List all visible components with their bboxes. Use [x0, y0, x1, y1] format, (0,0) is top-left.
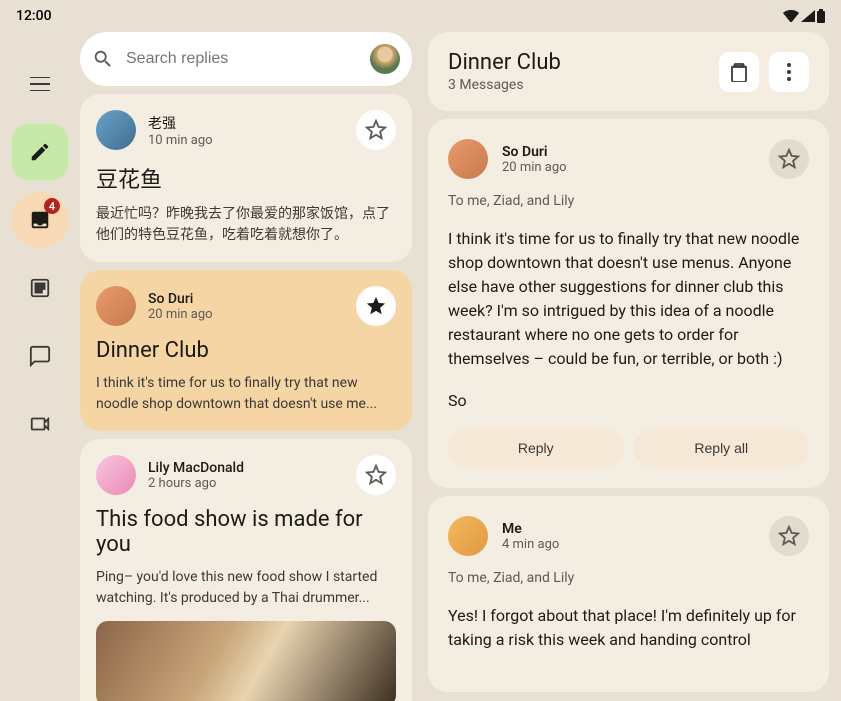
star-button[interactable]	[769, 139, 809, 179]
star-button[interactable]	[356, 110, 396, 150]
thread-recipients: To me, Ziad, and Lily	[448, 193, 809, 209]
thread-avatar	[448, 139, 488, 179]
pencil-icon	[29, 141, 51, 163]
thread-time: 4 min ago	[502, 537, 755, 552]
message-attachment-image	[96, 621, 396, 701]
message-card[interactable]: 老强 10 min ago 豆花鱼 最近忙吗？昨晚我去了你最爱的那家饭馆，点了他…	[80, 94, 412, 262]
thread-body: I think it's time for us to finally try …	[448, 227, 809, 371]
menu-button[interactable]	[12, 56, 68, 112]
wifi-icon	[783, 10, 799, 22]
article-icon	[29, 277, 51, 299]
message-subject: 豆花鱼	[96, 162, 396, 194]
star-button[interactable]	[356, 455, 396, 495]
sender-avatar	[96, 110, 136, 150]
sender-avatar	[96, 286, 136, 326]
star-button[interactable]	[356, 286, 396, 326]
thread-sender: So Duri	[502, 144, 755, 160]
nav-inbox[interactable]: 4	[12, 192, 68, 248]
message-subject: Dinner Club	[96, 338, 396, 363]
nav-video[interactable]	[12, 396, 68, 452]
message-time: 2 hours ago	[148, 476, 344, 491]
message-time: 10 min ago	[148, 133, 344, 148]
sender-name: So Duri	[148, 291, 344, 307]
thread-message: So Duri 20 min ago To me, Ziad, and Lily…	[428, 119, 829, 488]
signal-icon	[801, 10, 815, 22]
compose-button[interactable]	[12, 124, 68, 180]
status-time: 12:00	[16, 8, 52, 24]
message-excerpt: Ping– you'd love this new food show I st…	[96, 567, 396, 609]
thread-recipients: To me, Ziad, and Lily	[448, 570, 809, 586]
search-input[interactable]	[126, 50, 358, 68]
nav-chat[interactable]	[12, 328, 68, 384]
thread-time: 20 min ago	[502, 160, 755, 175]
sender-name: 老强	[148, 113, 344, 133]
nav-articles[interactable]	[12, 260, 68, 316]
battery-icon	[817, 9, 825, 23]
sender-name: Lily MacDonald	[148, 460, 344, 476]
inbox-badge: 4	[44, 198, 60, 214]
message-subject: This food show is made for you	[96, 507, 396, 557]
status-icons	[783, 9, 825, 23]
trash-icon	[730, 62, 748, 82]
more-vert-icon	[787, 63, 791, 81]
thread-message: Me 4 min ago To me, Ziad, and Lily Yes! …	[428, 496, 829, 692]
message-time: 20 min ago	[148, 307, 344, 322]
thread-signature: So	[448, 391, 809, 410]
star-button[interactable]	[769, 516, 809, 556]
thread-avatar	[448, 516, 488, 556]
hamburger-icon	[30, 77, 50, 91]
thread-body: Yes! I forgot about that place! I'm defi…	[448, 604, 809, 652]
delete-button[interactable]	[719, 52, 759, 92]
thread-count: 3 Messages	[448, 77, 561, 93]
reply-all-button[interactable]: Reply all	[634, 428, 810, 468]
sender-avatar	[96, 455, 136, 495]
chat-icon	[29, 345, 51, 367]
video-icon	[29, 413, 51, 435]
message-excerpt: 最近忙吗？昨晚我去了你最爱的那家饭馆，点了他们的特色豆花鱼，吃着吃着就想你了。	[96, 204, 396, 246]
search-bar[interactable]	[80, 32, 412, 86]
search-icon	[92, 48, 114, 70]
reply-button[interactable]: Reply	[448, 428, 624, 468]
profile-avatar[interactable]	[370, 44, 400, 74]
thread-title: Dinner Club	[448, 50, 561, 75]
more-button[interactable]	[769, 52, 809, 92]
message-card[interactable]: Lily MacDonald 2 hours ago This food sho…	[80, 439, 412, 701]
thread-sender: Me	[502, 521, 755, 537]
thread-header: Dinner Club 3 Messages	[428, 32, 829, 111]
message-card[interactable]: So Duri 20 min ago Dinner Club I think i…	[80, 270, 412, 431]
message-excerpt: I think it's time for us to finally try …	[96, 373, 396, 415]
